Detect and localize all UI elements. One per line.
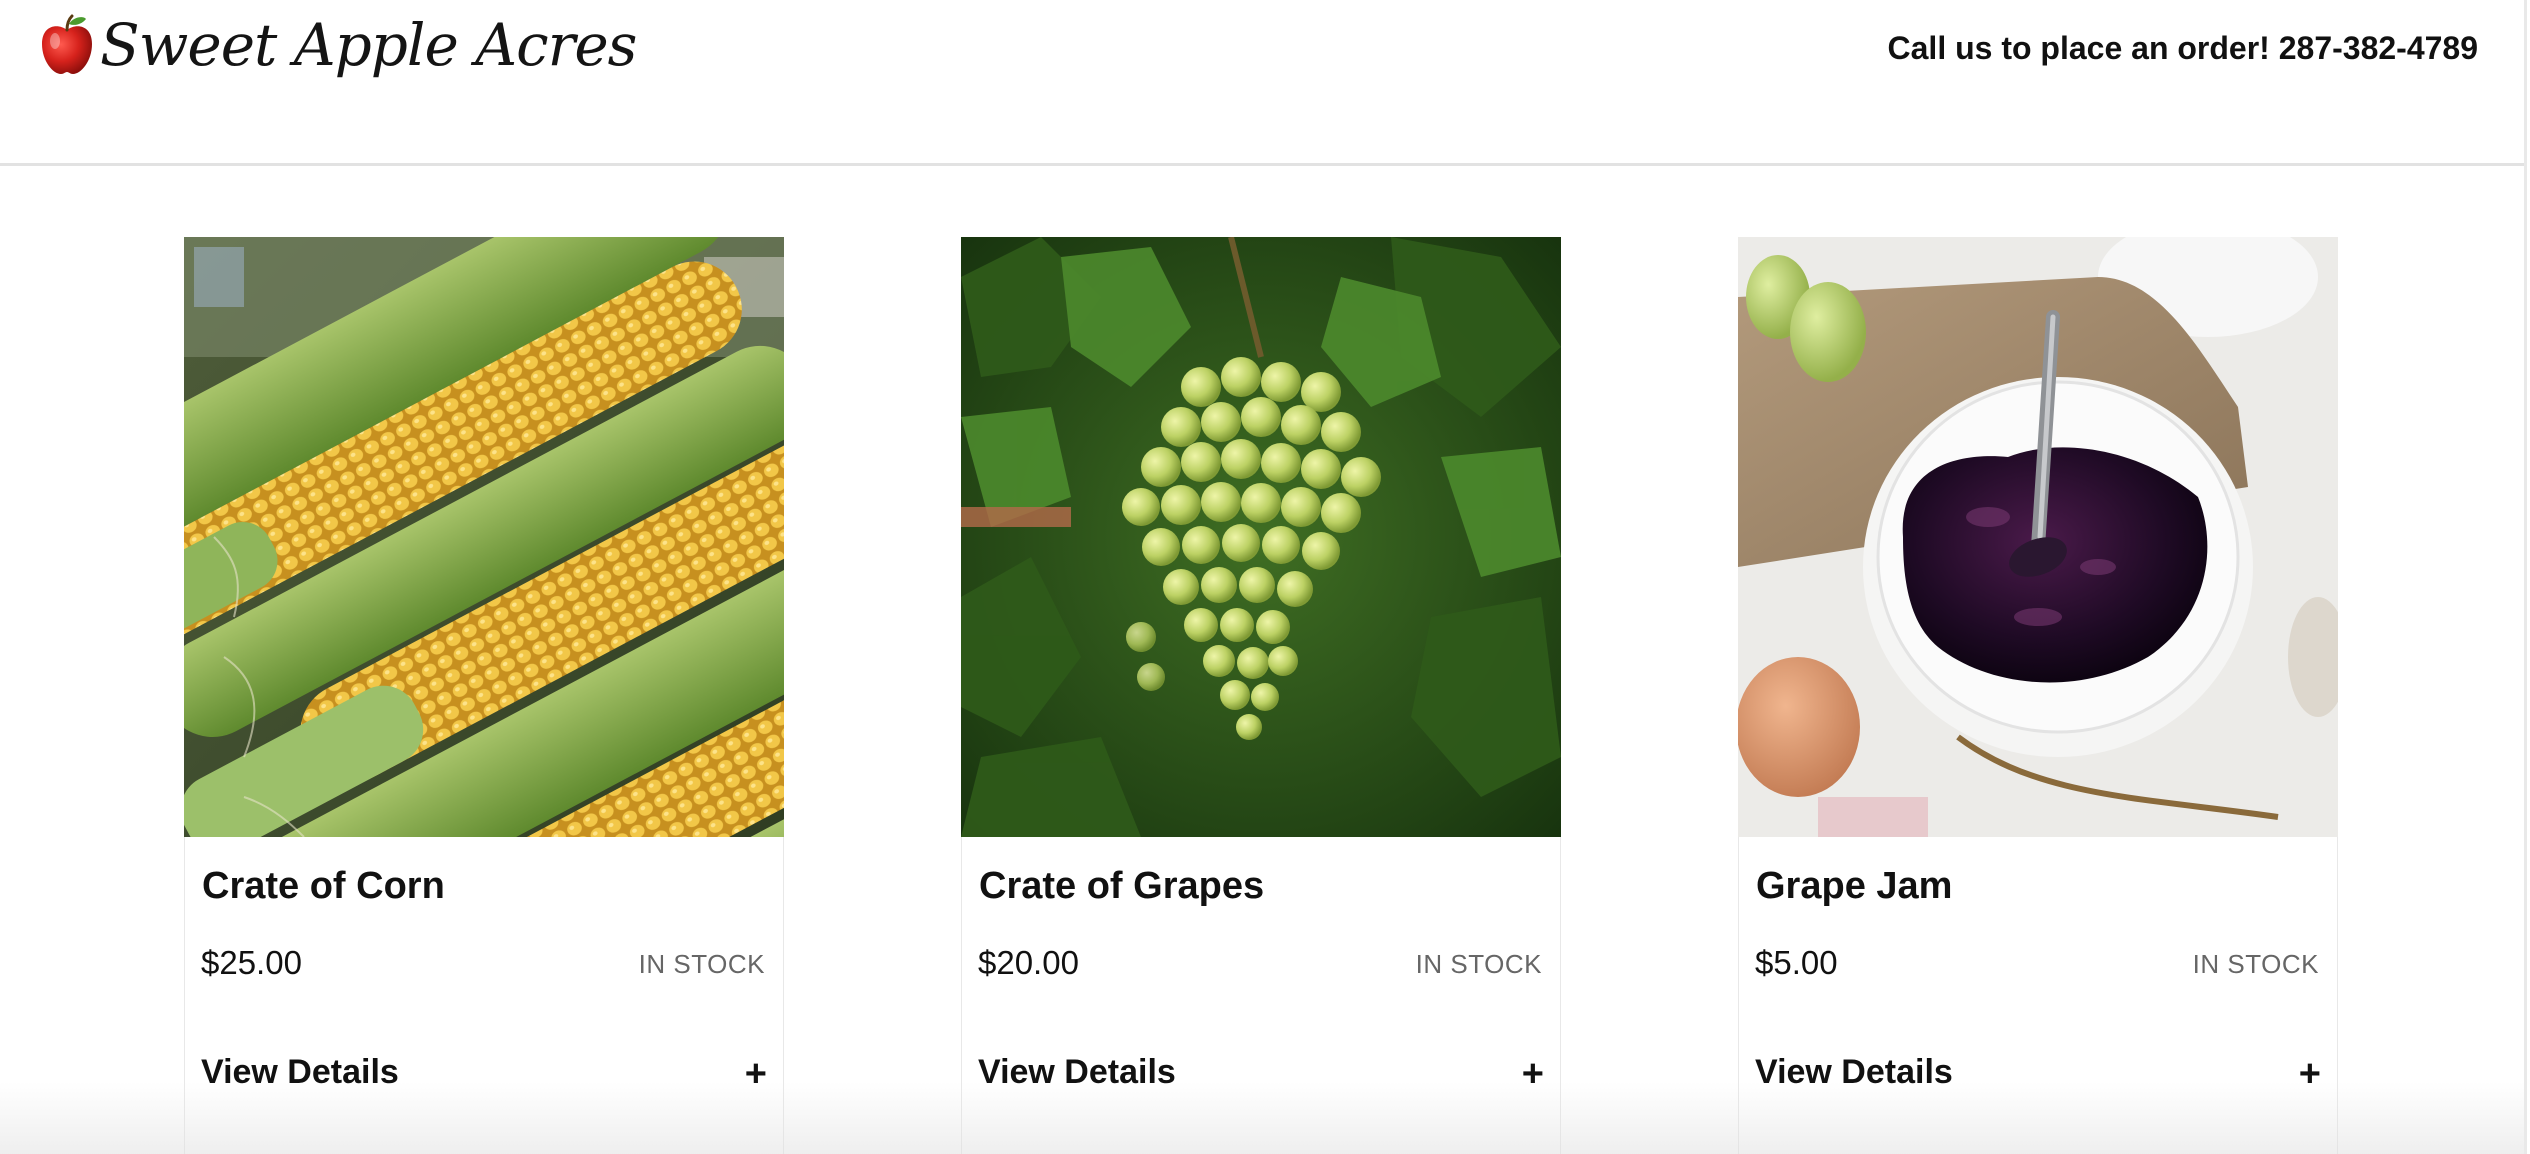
grape-jam-photo <box>1738 237 2338 837</box>
view-details-label: View Details <box>1755 1053 1953 1091</box>
product-price: $5.00 <box>1755 944 1838 981</box>
view-details-toggle[interactable]: View Details + <box>1739 1039 2337 1119</box>
product-title: Crate of Corn <box>202 865 445 907</box>
plus-icon[interactable]: + <box>745 1055 767 1093</box>
product-card-grape-jam: Grape Jam $5.00 IN STOCK View Details + <box>1738 237 2338 1154</box>
site-logo[interactable]: Sweet Apple Acres <box>38 11 637 79</box>
view-details-label: View Details <box>978 1053 1176 1091</box>
product-card-grapes: Crate of Grapes $20.00 IN STOCK View Det… <box>961 237 1561 1154</box>
product-card-corn: Crate of Corn $25.00 IN STOCK View Detai… <box>184 237 784 1154</box>
view-details-toggle[interactable]: View Details + <box>185 1039 783 1119</box>
product-title: Grape Jam <box>1756 865 1953 907</box>
phone-order-text: Call us to place an order! 287-382-4789 <box>1887 30 2478 66</box>
stock-status: IN STOCK <box>2192 949 2319 979</box>
corn-photo <box>184 237 784 837</box>
plus-icon[interactable]: + <box>1522 1055 1544 1093</box>
red-apple-icon <box>42 14 92 75</box>
product-title: Crate of Grapes <box>979 865 1265 907</box>
site-header: Sweet Apple Acres Call us to place an or… <box>0 0 2524 166</box>
stock-status: IN STOCK <box>638 949 765 979</box>
stock-status: IN STOCK <box>1415 949 1542 979</box>
view-details-toggle[interactable]: View Details + <box>962 1039 1560 1119</box>
product-price: $25.00 <box>201 944 302 981</box>
plus-icon[interactable]: + <box>2299 1055 2321 1093</box>
product-price: $20.00 <box>978 944 1079 981</box>
site-name: Sweet Apple Acres <box>100 11 637 79</box>
page-right-border <box>2524 0 2527 1154</box>
grapes-photo <box>961 237 1561 837</box>
view-details-label: View Details <box>201 1053 399 1091</box>
